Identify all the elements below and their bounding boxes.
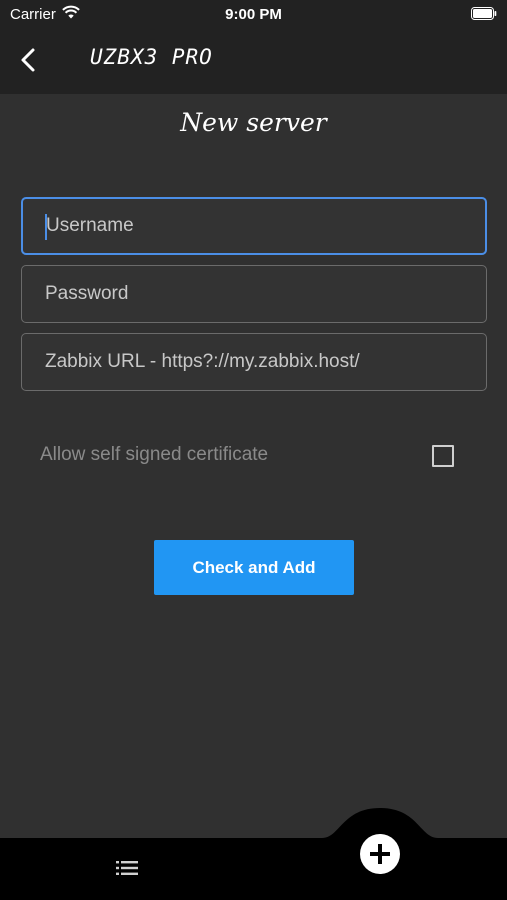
back-chevron-icon[interactable] (14, 45, 44, 75)
password-field[interactable] (21, 265, 487, 323)
battery-icon (471, 7, 497, 20)
plus-icon (370, 844, 390, 864)
status-time: 9:00 PM (225, 6, 282, 23)
add-server-button[interactable] (360, 834, 400, 874)
self-signed-label: Allow self signed certificate (40, 444, 269, 465)
self-signed-checkbox[interactable] (432, 445, 454, 467)
username-input[interactable] (23, 199, 485, 253)
app-title: UZBX3 PRO (90, 45, 213, 69)
page-title: New server (180, 108, 327, 137)
zabbix-url-field[interactable] (21, 333, 487, 391)
app-bar: UZBX3 PRO (0, 28, 507, 94)
zabbix-url-input[interactable] (22, 334, 486, 390)
username-field[interactable] (21, 197, 487, 255)
text-caret (45, 214, 47, 240)
list-icon[interactable] (113, 857, 141, 879)
password-input[interactable] (22, 266, 486, 322)
status-bar: Carrier 9:00 PM (0, 0, 507, 28)
check-and-add-button[interactable]: Check and Add (154, 540, 354, 595)
